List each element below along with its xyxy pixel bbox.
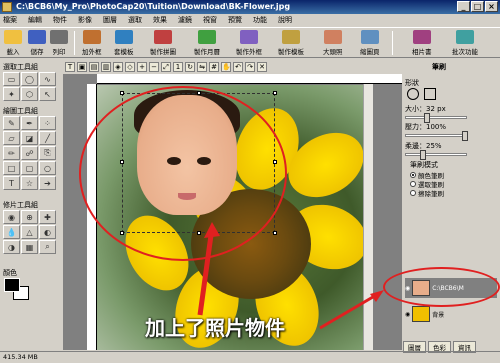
memory-status: 415.34 MB [3,353,38,361]
annotation-caption: 加上了照片物件 [145,316,285,340]
annotation-arrows [197,222,384,330]
status-bar: 415.34 MB [0,351,500,363]
